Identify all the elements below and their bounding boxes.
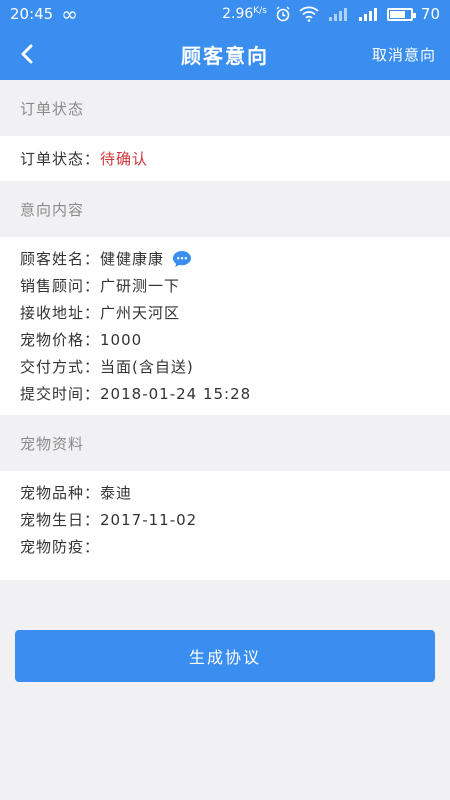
order-status-heading: 订单状态 — [20, 99, 85, 118]
button-area: 生成协议 — [0, 580, 450, 682]
submit-time-row: 提交时间： 2018-01-24 15:28 — [20, 380, 430, 407]
sales-advisor-label: 销售顾问： — [20, 277, 101, 295]
sales-advisor-value: 广研测一下 — [100, 277, 181, 295]
customer-name-value: 健健康康 — [100, 250, 165, 268]
cancel-intent-button[interactable]: 取消意向 — [372, 44, 436, 65]
customer-name-label: 顾客姓名： — [20, 250, 101, 268]
pet-vaccination-label: 宠物防疫： — [20, 538, 101, 556]
pet-breed-row: 宠物品种： 泰迪 — [20, 479, 430, 506]
customer-name-row: 顾客姓名： 健健康康 — [20, 245, 430, 272]
network-speed: 2.96K/s — [222, 6, 267, 22]
battery-level: 70 — [420, 5, 440, 23]
pet-info-heading: 宠物资料 — [20, 434, 85, 453]
pet-price-label: 宠物价格： — [20, 331, 101, 349]
pet-birthday-label: 宠物生日： — [20, 511, 101, 529]
pet-breed-value: 泰迪 — [100, 484, 133, 502]
alarm-icon — [276, 6, 290, 22]
address-label: 接收地址： — [20, 304, 101, 322]
order-status-card: 订单状态： 待确认 — [0, 136, 450, 181]
chat-icon[interactable] — [172, 250, 192, 268]
pet-birthday-row: 宠物生日： 2017-11-02 — [20, 506, 430, 533]
clock: 20:45 — [10, 5, 54, 23]
generate-agreement-button[interactable]: 生成协议 — [15, 630, 435, 682]
pet-price-value: 1000 — [100, 330, 143, 349]
delivery-method-label: 交付方式： — [20, 358, 101, 376]
intent-content-heading: 意向内容 — [20, 200, 85, 219]
order-status-row: 订单状态： 待确认 — [20, 145, 148, 172]
address-value: 广州天河区 — [100, 304, 181, 322]
pet-vaccination-row: 宠物防疫： — [20, 533, 430, 560]
pet-birthday-value: 2017-11-02 — [100, 510, 198, 529]
delivery-method-row: 交付方式： 当面(含自送) — [20, 353, 430, 380]
wifi-icon — [299, 6, 319, 22]
submit-time-value: 2018-01-24 15:28 — [100, 384, 252, 403]
pet-info-card: 宠物品种： 泰迪 宠物生日： 2017-11-02 宠物防疫： — [0, 471, 450, 580]
infinity-icon: ∞ — [61, 2, 78, 26]
battery-icon — [386, 7, 416, 21]
navigation-bar: 顾客意向 取消意向 — [0, 28, 450, 80]
signal-icon — [358, 8, 377, 21]
order-status-label: 订单状态： — [20, 150, 101, 168]
signal-4g-icon — [328, 8, 347, 21]
pet-breed-label: 宠物品种： — [20, 484, 101, 502]
status-bar: 20:45 ∞ 2.96K/s 70 — [0, 0, 450, 28]
pet-price-row: 宠物价格： 1000 — [20, 326, 430, 353]
intent-content-card: 顾客姓名： 健健康康 销售顾问： 广研测一下 接收地址： 广州天河区 宠物价格：… — [0, 237, 450, 415]
submit-time-label: 提交时间： — [20, 385, 101, 403]
delivery-method-value: 当面(含自送) — [100, 358, 194, 376]
address-row: 接收地址： 广州天河区 — [20, 299, 430, 326]
sales-advisor-row: 销售顾问： 广研测一下 — [20, 272, 430, 299]
order-status-value: 待确认 — [100, 150, 149, 168]
